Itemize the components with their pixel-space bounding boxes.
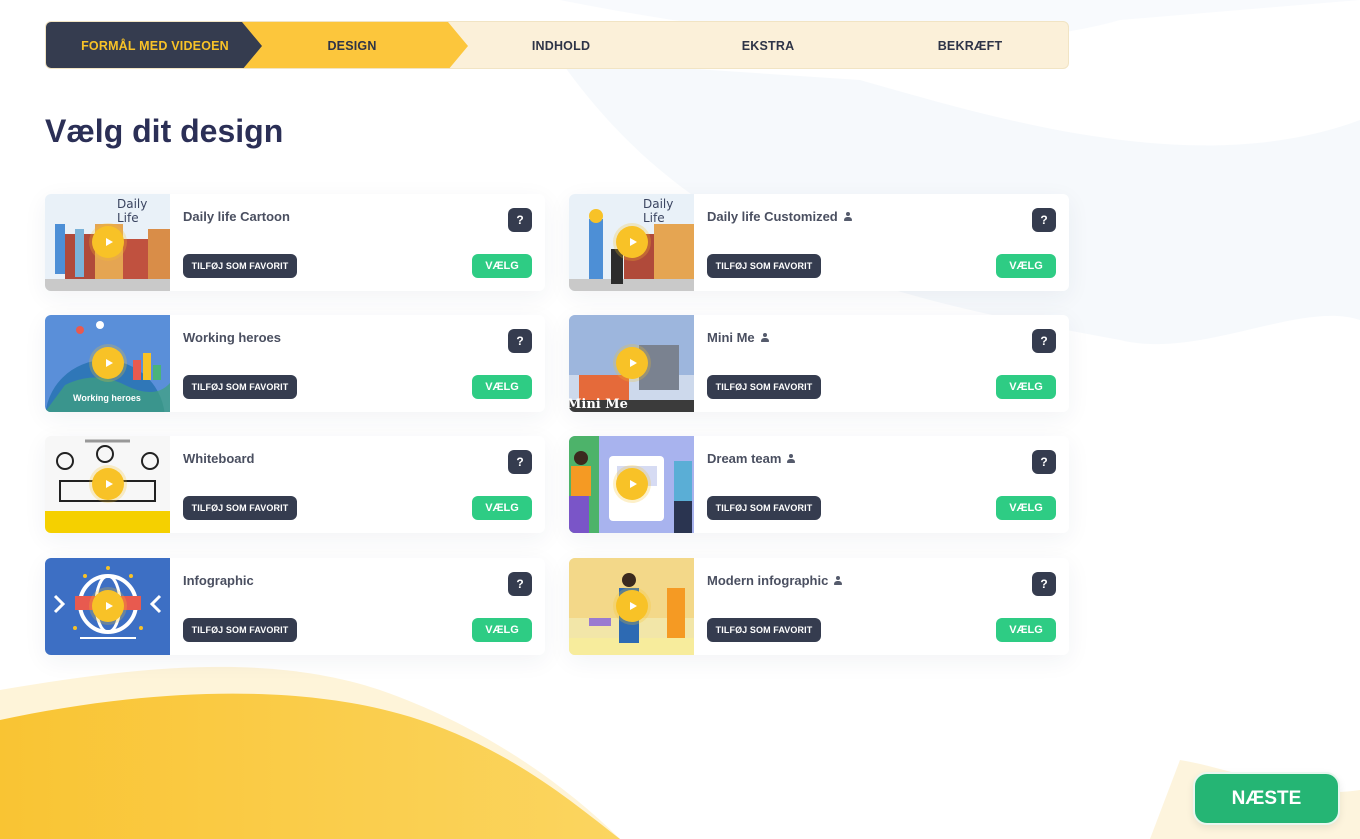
help-button[interactable]: ? [1032,572,1056,596]
design-title-text: Modern infographic [707,573,829,588]
step-design-label: DESIGN [327,39,377,53]
play-icon[interactable] [92,468,124,500]
design-title: Whiteboard [183,451,255,466]
step-purpose-label: FORMÅL MED VIDEOEN [81,39,229,53]
design-title-text: Daily life Cartoon [183,209,290,224]
design-thumbnail[interactable]: Working heroes [45,315,170,412]
design-title: Infographic [183,573,254,588]
design-thumbnail[interactable]: Mini Me [569,315,694,412]
add-favorite-button[interactable]: TILFØJ SOM FAVORIT [707,375,821,399]
design-title-text: Mini Me [707,330,755,345]
step-extra[interactable]: EKSTRA [666,22,870,68]
design-thumbnail[interactable]: Daily Life [569,194,694,291]
progress-stepper: FORMÅL MED VIDEOEN DESIGN INDHOLD EKSTRA… [45,21,1069,69]
choose-button[interactable]: VÆLG [472,496,532,520]
choose-button[interactable]: VÆLG [472,618,532,642]
design-title: Daily life Customized [707,209,853,224]
play-icon[interactable] [616,226,648,258]
choose-button[interactable]: VÆLG [472,375,532,399]
add-favorite-button[interactable]: TILFØJ SOM FAVORIT [707,254,821,278]
add-favorite-button[interactable]: TILFØJ SOM FAVORIT [707,618,821,642]
user-icon [760,332,770,343]
design-title: Daily life Cartoon [183,209,290,224]
thumbnail-text: Daily Life [117,197,148,225]
user-icon [833,575,843,586]
design-title: Working heroes [183,330,281,345]
step-content[interactable]: INDHOLD [456,22,666,68]
step-design[interactable]: DESIGN [242,22,472,68]
help-button[interactable]: ? [508,450,532,474]
thumbnail-text: Daily Life [643,197,674,225]
step-extra-label: EKSTRA [741,39,795,53]
user-icon [786,453,796,464]
design-title-text: Daily life Customized [707,209,838,224]
thumbnail-text: Working heroes [73,393,141,403]
design-card: Mini Me Mini Me ? TILFØJ SOM FAVORIT VÆL… [569,315,1069,412]
add-favorite-button[interactable]: TILFØJ SOM FAVORIT [183,496,297,520]
design-thumbnail[interactable] [45,436,170,533]
help-button[interactable]: ? [508,329,532,353]
add-favorite-button[interactable]: TILFØJ SOM FAVORIT [183,254,297,278]
design-title: Modern infographic [707,573,843,588]
user-icon [843,211,853,222]
design-title: Mini Me [707,330,770,345]
design-card: Daily Life Daily life Customized ? TILFØ… [569,194,1069,291]
help-button[interactable]: ? [1032,450,1056,474]
next-button[interactable]: NÆSTE [1193,772,1340,825]
step-content-label: INDHOLD [531,39,591,53]
design-title-text: Infographic [183,573,254,588]
design-card: Dream team ? TILFØJ SOM FAVORIT VÆLG [569,436,1069,533]
choose-button[interactable]: VÆLG [996,496,1056,520]
design-title-text: Working heroes [183,330,282,345]
play-icon[interactable] [92,590,124,622]
add-favorite-button[interactable]: TILFØJ SOM FAVORIT [707,496,821,520]
add-favorite-button[interactable]: TILFØJ SOM FAVORIT [183,618,297,642]
choose-button[interactable]: VÆLG [996,375,1056,399]
choose-button[interactable]: VÆLG [996,618,1056,642]
design-title-text: Whiteboard [183,451,255,466]
play-icon[interactable] [92,347,124,379]
step-confirm[interactable]: BEKRÆFT [870,22,1068,68]
choose-button[interactable]: VÆLG [472,254,532,278]
design-thumbnail[interactable] [569,558,694,655]
design-thumbnail[interactable] [569,436,694,533]
design-title: Dream team [707,451,796,466]
step-purpose[interactable]: FORMÅL MED VIDEOEN [46,22,264,68]
play-icon[interactable] [616,347,648,379]
play-icon[interactable] [616,590,648,622]
add-favorite-button[interactable]: TILFØJ SOM FAVORIT [183,375,297,399]
choose-button[interactable]: VÆLG [996,254,1056,278]
help-button[interactable]: ? [508,572,532,596]
design-card: Infographic ? TILFØJ SOM FAVORIT VÆLG [45,558,545,655]
play-icon[interactable] [92,226,124,258]
design-thumbnail[interactable]: Daily Life [45,194,170,291]
step-confirm-label: BEKRÆFT [937,39,1003,53]
design-card: Whiteboard ? TILFØJ SOM FAVORIT VÆLG [45,436,545,533]
design-thumbnail[interactable] [45,558,170,655]
design-card: Daily Life Daily life Cartoon ? TILFØJ S… [45,194,545,291]
play-icon[interactable] [616,468,648,500]
help-button[interactable]: ? [508,208,532,232]
help-button[interactable]: ? [1032,208,1056,232]
page-title: Vælg dit design [45,113,284,149]
design-card: Working heroes Working heroes ? TILFØJ S… [45,315,545,412]
design-title-text: Dream team [707,451,782,466]
design-card: Modern infographic ? TILFØJ SOM FAVORIT … [569,558,1069,655]
help-button[interactable]: ? [1032,329,1056,353]
thumbnail-text: Mini Me [569,397,628,412]
